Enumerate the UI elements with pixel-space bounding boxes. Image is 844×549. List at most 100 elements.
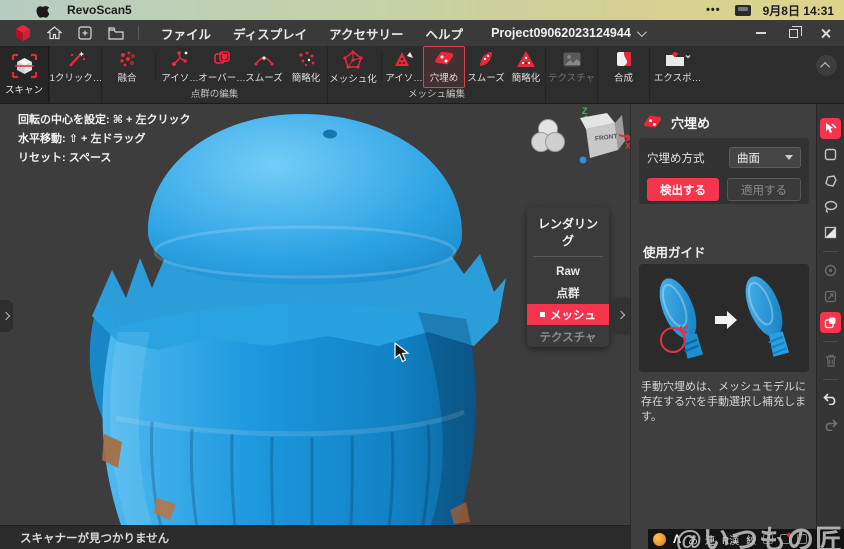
method-value: 曲面 [737,150,760,166]
hole-fill-icon [643,114,662,131]
pointcloud-edit-group: 融合 アイソ… オーバー… [101,46,327,103]
lasso-icon [824,200,838,213]
export-cell: エクスポ… [649,46,705,103]
pc-simplify-button[interactable]: 簡略化 [285,46,327,88]
polygon-select-tool[interactable] [820,170,841,191]
ribbon-divider [155,53,156,81]
close-button[interactable] [812,23,838,43]
guide-illustration [639,264,809,372]
hole-fill-button[interactable]: 穴埋め [423,46,465,88]
open-project-button[interactable] [107,25,125,41]
pc-isolated-button[interactable]: アイソ… [159,46,201,88]
home-button[interactable] [45,25,63,41]
mesh-isolated-button[interactable]: アイソ… [385,46,423,88]
lasso-select-tool[interactable] [820,196,841,217]
method-label: 穴埋め方式 [647,150,705,166]
magic-wand-icon [66,50,86,68]
model-lid [148,114,462,285]
meshify-button[interactable]: メッシュ化 [328,46,378,88]
one-click-label: 1クリック… [50,70,103,84]
hint-reset: リセット: スペース [18,149,190,168]
render-option-raw[interactable]: Raw [527,261,609,282]
chevron-right-icon [616,311,624,319]
polygon-icon [824,175,838,187]
titlebar-separator [138,26,139,40]
mesh-simplify-label: 簡略化 [512,70,541,84]
connected-select-tool[interactable] [820,260,841,281]
detect-button[interactable]: 検出する [647,178,719,201]
scan-button[interactable]: スキャン [0,46,49,103]
menu-display[interactable]: ディスプレイ [233,24,307,43]
texture-image-icon [562,51,582,68]
paint-area-icon [824,226,837,239]
ribbon-toolbar: スキャン 1クリック… [0,46,844,104]
redo-button[interactable] [820,414,841,435]
ribbon-divider [381,53,382,81]
texture-label: テクスチャ [548,70,595,84]
expand-selection-tool[interactable] [820,286,841,307]
hole-fill-icon [434,50,454,68]
minimize-button[interactable] [748,23,774,43]
viewport-3d[interactable]: 回転の中心を設定: ⌘ + 左クリック 水平移動: ⇧ + 左ドラッグ リセット… [0,104,630,525]
navigation-cube[interactable]: Z FRONT X [553,104,630,168]
panel-title: 穴埋め [671,113,710,132]
guide-arrow-icon [715,311,737,329]
right-panel-collapse-handle[interactable] [614,298,629,332]
export-button[interactable]: エクスポ… [650,46,705,88]
delete-selection-button[interactable] [820,350,841,371]
isolated-mesh-icon [394,50,414,68]
texture-button[interactable]: テクスチャ [546,46,597,88]
fusion-button[interactable]: 融合 [102,46,152,88]
menubar-clock[interactable]: 9月8日 14:31 [763,2,834,19]
connected-region-icon [824,264,837,277]
macos-menubar: RevoScan5 ••• 9月8日 14:31 [0,0,844,20]
invert-selection-tool[interactable] [820,312,841,333]
one-click-button[interactable]: 1クリック… [50,46,102,88]
meshify-icon [343,50,363,69]
pick-select-tool[interactable] [820,118,841,139]
render-option-pointcloud[interactable]: 点群 [527,282,609,303]
mesh-simplify-button[interactable]: 簡略化 [507,46,545,88]
smooth-curve-icon [254,50,274,68]
guide-description: 手動穴埋めは、メッシュモデルに存在する穴を手動選択し補充します。 [641,380,809,425]
paint-select-tool[interactable] [820,222,841,243]
menubar-overflow[interactable]: ••• [706,4,721,16]
hint-rotate: 回転の中心を設定: ⌘ + 左クリック [18,111,190,130]
mesh-smooth-button[interactable]: スムーズ [465,46,507,88]
menubar-app-name[interactable]: RevoScan5 [67,3,132,17]
one-click-cell: 1クリック… [49,46,101,103]
rendering-panel-title: レンダリング [533,215,603,257]
render-option-mesh[interactable]: メッシュ [527,304,609,325]
method-dropdown[interactable]: 曲面 [729,147,801,168]
new-project-button[interactable] [76,25,94,41]
left-panel-expand-handle[interactable] [0,300,13,332]
merge-cell: 合成 [597,46,649,103]
pc-overlap-button[interactable]: オーバー… [201,46,243,88]
project-selector[interactable]: Project09062023124944 [491,26,644,40]
rectangle-select-tool[interactable] [820,144,841,165]
close-icon [820,28,831,39]
ribbon-collapse-button[interactable] [816,55,837,76]
hint-pan: 水平移動: ⇧ + 左ドラッグ [18,130,190,149]
undo-button[interactable] [820,388,841,409]
menu-accessory[interactable]: アクセサリー [329,24,403,43]
menubar-device-icon[interactable] [735,5,751,16]
menu-file[interactable]: ファイル [161,24,211,43]
toolbar-divider [823,341,838,342]
render-option-texture[interactable]: テクスチャ [527,326,609,347]
menu-help[interactable]: ヘルプ [426,24,464,43]
apply-button[interactable]: 適用する [727,178,801,201]
invert-selection-icon [824,316,837,329]
ime-assistant-icon[interactable] [653,533,666,546]
pointcloud-group-label: 点群の編集 [102,88,327,103]
pc-smooth-button[interactable]: スムーズ [243,46,285,88]
merge-button[interactable]: 合成 [598,46,649,88]
mesh-group-label: メッシュ編集 [328,88,545,103]
merge-label: 合成 [614,70,633,84]
caret-down-icon [785,155,793,160]
pc-smooth-label: スムーズ [245,70,283,84]
expand-selection-icon [824,290,837,303]
apple-logo-icon[interactable] [36,3,49,18]
scan-cube-icon [11,53,38,79]
restore-button[interactable] [780,23,806,43]
